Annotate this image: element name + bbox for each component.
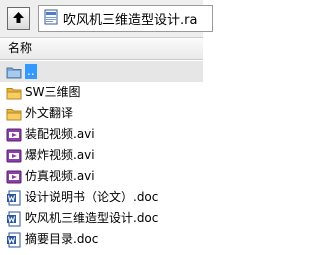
column-header-name[interactable]: 名称 <box>0 38 203 60</box>
folder-icon <box>6 106 22 122</box>
video-file-icon <box>6 169 22 185</box>
video-file-icon <box>6 127 22 143</box>
file-row[interactable]: 仿真视频.avi <box>0 166 203 187</box>
file-row[interactable]: 摘要目录.doc <box>0 229 203 250</box>
file-name: 装配视频.avi <box>25 127 95 141</box>
file-name: 爆炸视频.avi <box>25 148 95 162</box>
path-text: 吹风机三维造型设计.ra <box>63 13 198 28</box>
word-doc-icon <box>6 232 22 248</box>
file-row[interactable]: .. <box>0 61 203 82</box>
file-row[interactable]: 设计说明书（论文）.doc <box>0 187 203 208</box>
file-row[interactable]: 装配视频.avi <box>0 124 203 145</box>
up-level-button[interactable] <box>7 7 30 30</box>
toolbar: 吹风机三维造型设计.ra <box>0 0 213 38</box>
file-name: 设计说明书（论文）.doc <box>25 190 159 204</box>
word-doc-icon <box>6 211 22 227</box>
file-name: 仿真视频.avi <box>25 169 95 183</box>
parent-folder-icon <box>6 64 22 80</box>
file-name: 吹风机三维造型设计.doc <box>25 211 159 225</box>
file-name: 摘要目录.doc <box>25 232 99 246</box>
path-bar[interactable]: 吹风机三维造型设计.ra <box>38 5 213 32</box>
file-row[interactable]: 爆炸视频.avi <box>0 145 203 166</box>
file-name: SW三维图 <box>25 85 81 99</box>
word-doc-icon <box>6 190 22 206</box>
file-list: .. SW三维图外文翻译装配视频.avi 爆炸视频.avi 仿真视频.avi 设计说明书… <box>0 61 203 250</box>
column-header-label: 名称 <box>8 41 33 55</box>
file-name: 外文翻译 <box>25 106 74 120</box>
file-row[interactable]: SW三维图 <box>0 82 203 103</box>
archive-doc-icon <box>43 9 59 28</box>
file-name: .. <box>25 64 37 79</box>
file-row[interactable]: 外文翻译 <box>0 103 203 124</box>
up-arrow-icon <box>12 11 25 27</box>
video-file-icon <box>6 148 22 164</box>
file-row[interactable]: 吹风机三维造型设计.doc <box>0 208 203 229</box>
folder-icon <box>6 85 22 101</box>
